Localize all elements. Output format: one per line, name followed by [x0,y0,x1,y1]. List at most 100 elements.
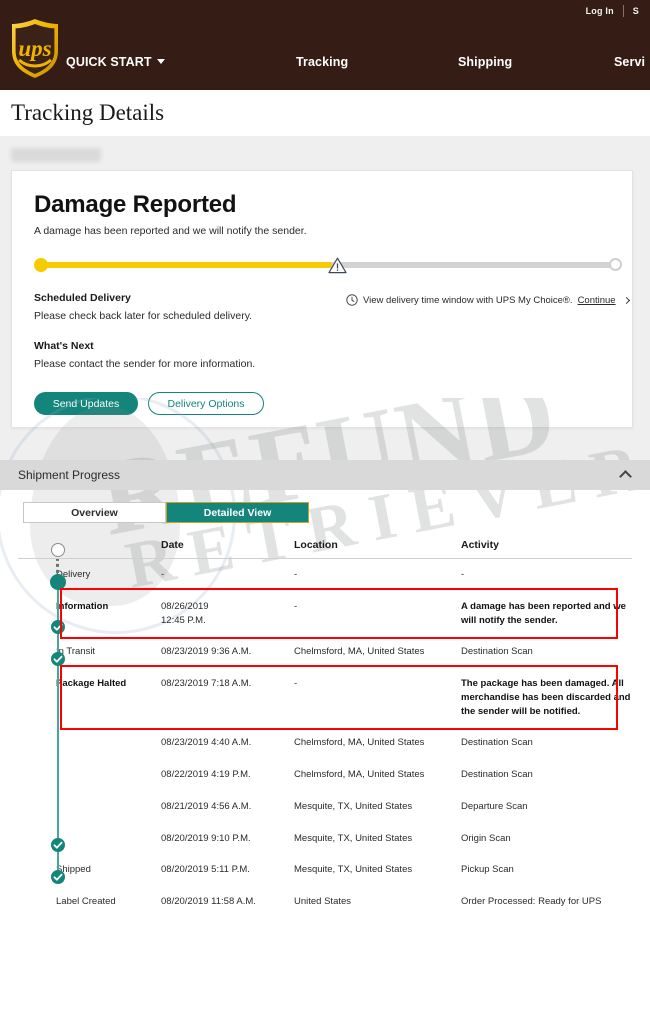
row-location: - [294,569,298,580]
row-location: United States [294,896,352,908]
scheduled-delivery-block: Scheduled Delivery Please check back lat… [34,292,630,322]
row-location: Chelmsford, MA, United States [294,646,425,658]
row-stage [56,768,161,782]
shipment-progress-title: Shipment Progress [18,468,121,482]
row-date: 08/20/2019 11:58 A.M. [161,896,256,908]
utility-nav: Log In S [577,0,650,22]
table-body: Delivery - - - Information 08/26/2019 12:45 P.… [18,559,632,918]
row-activity: Pickup Scan [461,864,514,876]
row-stage: Shipped [56,864,91,876]
row-stage: In Transit [56,646,96,658]
chevron-down-icon [156,59,165,64]
table-header-row: Date Location Activity [18,539,632,559]
table-row: Package Halted 08/23/2019 7:18 A.M. - The p… [18,668,632,727]
progress-end-dot [609,258,622,271]
row-stage: Package Halted [56,678,127,690]
shipment-progress-bar [34,256,622,274]
timeline-node-pending-icon [51,543,65,557]
row-date: 08/21/2019 4:56 A.M. [161,800,252,812]
row-date: 08/20/2019 5:11 P.M. [161,864,250,876]
row-location: Chelmsford, MA, United States [294,769,425,781]
tracking-activity-table: Date Location Activity Delivery - - - Inform… [18,539,632,918]
row-date: 08/23/2019 7:18 A.M. [161,678,252,690]
row-activity: Destination Scan [461,769,533,781]
timeline-node-check-icon [51,838,65,853]
nav-item-services[interactable]: Servi [614,55,645,69]
table-row: Label Created 08/20/2019 11:58 A.M. United… [18,886,632,918]
nav-item-shipping[interactable]: Shipping [458,55,512,69]
row-location: Mesquite, TX, United States [294,800,413,812]
table-row: 08/21/2019 4:56 A.M. Mesquite, TX, United… [18,791,632,823]
chevron-right-icon [622,296,630,304]
row-location: Mesquite, TX, United States [294,864,413,876]
whats-next-block: What's Next Please contact the sender fo… [34,340,612,370]
table-row: 08/23/2019 4:40 A.M. Chelmsford, MA, Unit… [18,727,632,759]
timeline-rail [48,539,68,918]
shipment-progress-header[interactable]: Shipment Progress [0,460,650,490]
timeline-node-check-icon [51,620,65,635]
status-subtext: A damage has been reported and we will n… [34,225,307,237]
chevron-up-icon[interactable] [619,470,632,483]
column-header-location: Location [294,539,338,551]
status-canvas: Damage Reported A damage has been report… [0,136,650,460]
row-activity: Destination Scan [461,737,533,749]
column-header-date: Date [161,539,184,551]
row-stage [56,832,161,846]
row-stage: Label Created [56,896,116,908]
status-card: Damage Reported A damage has been report… [11,170,633,428]
row-activity: Departure Scan [461,800,528,812]
row-activity: Order Processed: Ready for UPS [461,896,602,908]
row-activity: Destination Scan [461,646,533,658]
tab-overview[interactable]: Overview [23,502,166,523]
table-row: 08/22/2019 4:19 P.M. Chelmsford, MA, Unit… [18,759,632,791]
table-row: Information 08/26/2019 12:45 P.M. - A damage… [18,591,632,637]
whats-next-text: Please contact the sender for more infor… [34,358,256,370]
nav-item-quick-start[interactable]: QUICK START [66,55,165,69]
nav-item-label: QUICK START [66,55,152,69]
timeline-node-check-icon [51,652,65,667]
scheduled-delivery-text: Please check back later for scheduled de… [34,310,253,322]
warning-triangle-icon [328,257,347,274]
status-card-actions: Send Updates Delivery Options [34,392,612,415]
view-tabs: Overview Detailed View [23,502,632,523]
row-location: - [294,600,298,612]
row-date: 08/23/2019 9:36 A.M. [161,646,252,658]
row-stage: Delivery [56,569,91,580]
continue-link[interactable]: Continue [578,295,616,306]
timeline-node-check-icon [51,870,65,885]
table-row: Delivery - - - [18,559,632,591]
column-header-stage [56,539,161,551]
progress-start-dot [34,258,48,272]
log-in-link[interactable]: Log In [577,6,623,16]
shipment-progress-section: Shipment Progress Overview Detailed View… [0,460,650,918]
nav-item-tracking[interactable]: Tracking [296,55,348,69]
status-heading: Damage Reported [34,191,237,218]
row-location: Mesquite, TX, United States [294,832,413,844]
table-row: 08/20/2019 9:10 P.M. Mesquite, TX, United… [18,823,632,855]
row-activity: The package has been damaged. All mercha… [461,678,631,717]
table-row: In Transit 08/23/2019 9:36 A.M. Chelmsford… [18,636,632,668]
row-activity: Origin Scan [461,832,511,844]
clock-icon [346,294,358,306]
main-nav: QUICK START Tracking Shipping Servi [0,55,650,90]
timeline-node-current-icon [50,573,66,590]
row-location: Chelmsford, MA, United States [294,737,425,749]
page-title-bar: Tracking Details [0,90,650,136]
timeline-pending-connector [56,559,59,575]
send-updates-button[interactable]: Send Updates [34,392,138,415]
tab-detailed-view[interactable]: Detailed View [166,502,309,523]
site-header: Log In S ups QUICK START Tracking Shippi… [0,0,650,90]
redacted-tracking-number [11,148,101,162]
progress-fill [40,262,332,268]
row-date: 08/22/2019 4:19 P.M. [161,769,251,781]
row-stage [56,800,161,814]
delivery-options-button[interactable]: Delivery Options [148,392,264,415]
whats-next-label: What's Next [34,340,94,352]
row-activity: - [461,569,465,580]
row-stage: Information [56,600,109,612]
row-date: - [161,569,165,580]
row-location: - [294,678,298,690]
my-choice-text: View delivery time window with UPS My Ch… [363,294,573,306]
sign-up-link[interactable]: S [624,6,648,16]
row-stage [56,736,161,750]
